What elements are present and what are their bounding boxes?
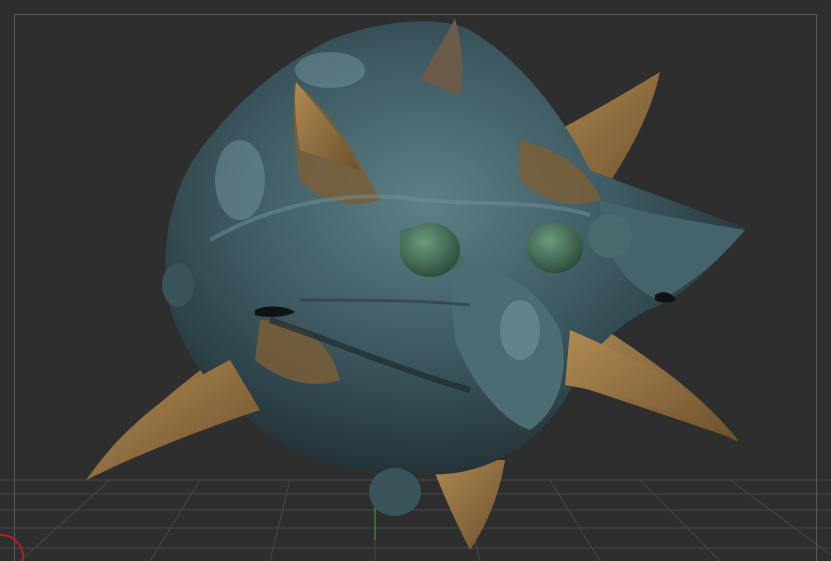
viewport-canvas[interactable] — [0, 0, 831, 561]
3d-viewport[interactable] — [0, 0, 831, 561]
